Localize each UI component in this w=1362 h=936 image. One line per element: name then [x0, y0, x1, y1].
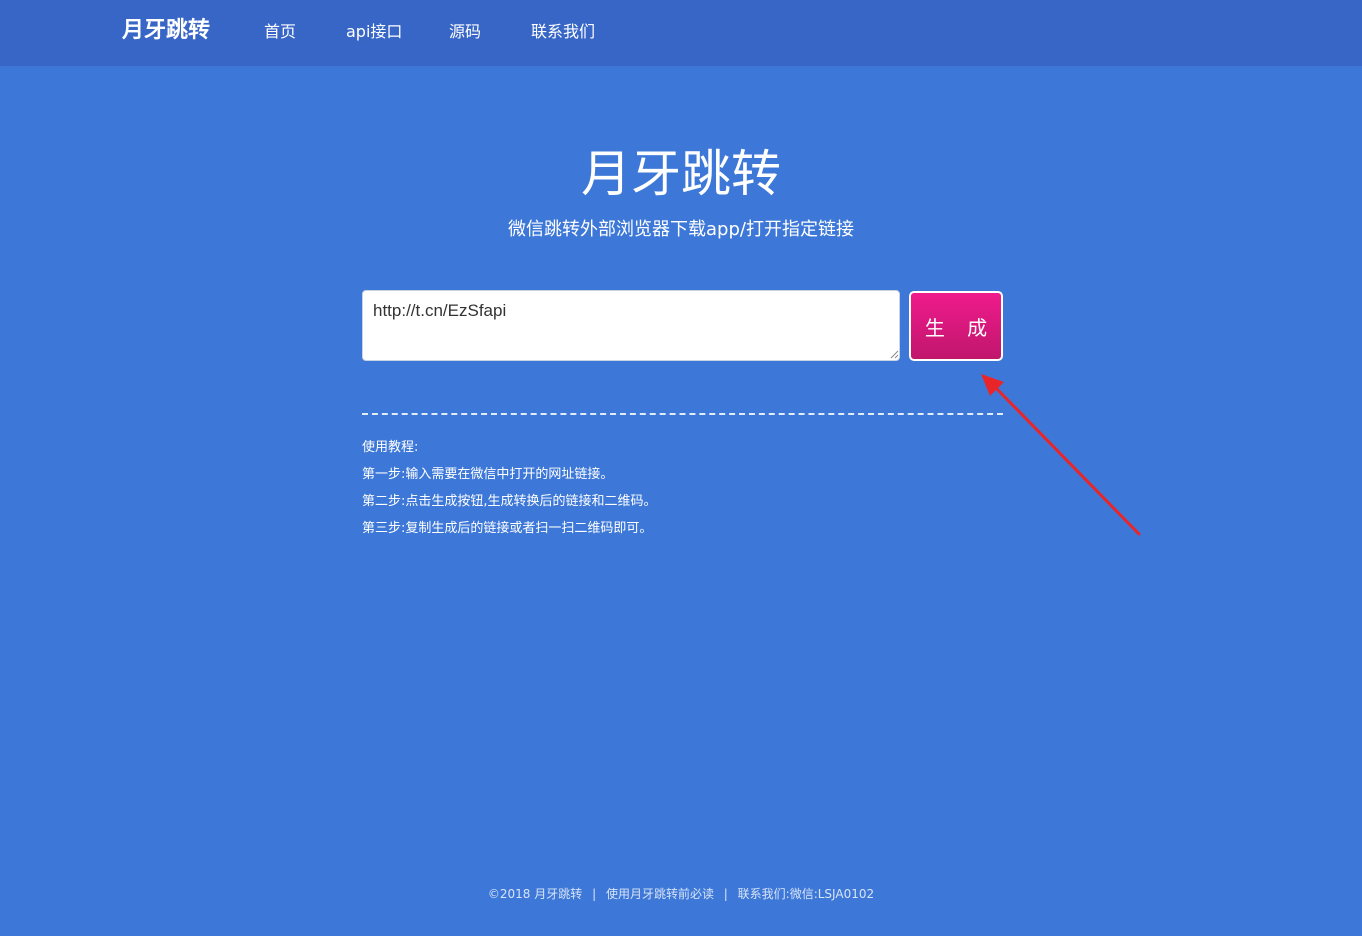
- generate-button[interactable]: 生 成: [909, 291, 1003, 361]
- nav-api[interactable]: api接口: [346, 21, 402, 43]
- footer: ©2018 月牙跳转 | 使用月牙跳转前必读 | 联系我们:微信:LSJA010…: [0, 885, 1362, 903]
- footer-separator: |: [592, 887, 597, 901]
- footer-notice-link[interactable]: 使用月牙跳转前必读: [606, 887, 714, 901]
- guide-step-2: 第二步:点击生成按钮,生成转换后的链接和二维码。: [362, 494, 657, 509]
- top-navbar: 月牙跳转 首页 api接口 源码 联系我们: [0, 0, 1362, 66]
- guide-heading: 使用教程:: [362, 440, 419, 455]
- dashed-divider: [362, 413, 1003, 415]
- page-subtitle: 微信跳转外部浏览器下载app/打开指定链接: [508, 219, 854, 240]
- footer-separator: |: [723, 887, 728, 901]
- usage-guide: 使用教程: 第一步:输入需要在微信中打开的网址链接。 第二步:点击生成按钮,生成…: [362, 434, 1002, 542]
- nav-contact[interactable]: 联系我们: [531, 21, 595, 43]
- guide-step-1: 第一步:输入需要在微信中打开的网址链接。: [362, 467, 614, 482]
- url-input[interactable]: http://t.cn/EzSfapi: [362, 290, 900, 361]
- brand-logo[interactable]: 月牙跳转: [122, 16, 210, 46]
- nav-source[interactable]: 源码: [449, 21, 481, 43]
- guide-step-3: 第三步:复制生成后的链接或者扫一扫二维码即可。: [362, 521, 653, 536]
- footer-copyright: ©2018 月牙跳转: [487, 887, 583, 901]
- nav-home[interactable]: 首页: [264, 21, 296, 43]
- resize-grip-icon[interactable]: [889, 349, 899, 359]
- footer-contact: 联系我们:微信:LSJA0102: [737, 887, 875, 901]
- page-title: 月牙跳转: [581, 145, 781, 203]
